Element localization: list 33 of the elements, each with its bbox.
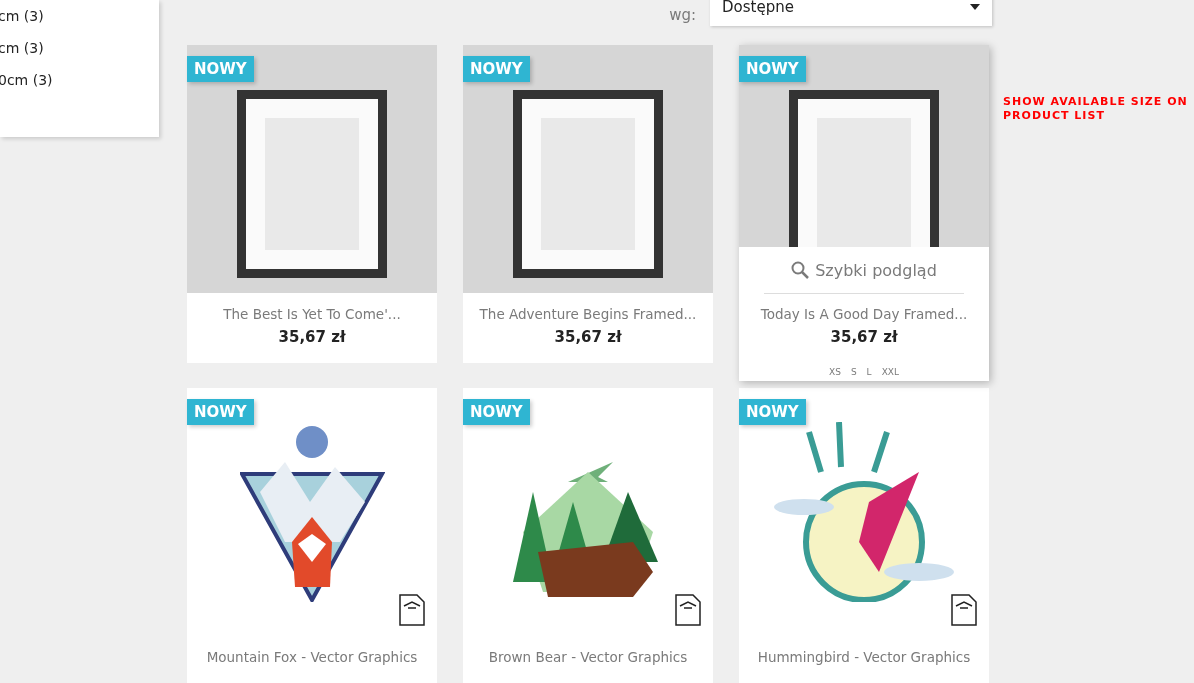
new-badge: NOWY (463, 399, 530, 425)
new-badge: NOWY (463, 56, 530, 82)
file-icon (951, 594, 977, 626)
size-option: S (850, 367, 857, 377)
product-card[interactable]: NOWY Hummingbird - Vector Graphics (739, 388, 989, 683)
size-option: XS (829, 367, 841, 377)
annotation-note: SHOW AVAILABLE SIZE ON PRODUCT LIST (1003, 95, 1189, 123)
product-card[interactable]: NOWY Mountain Fox - Vector Graphics (187, 388, 437, 683)
product-card[interactable]: NOWY The Adventure Begins Framed... 35,67 zł (463, 45, 713, 363)
product-price: 35,67 zł (554, 328, 622, 346)
sort-dropdown[interactable]: Dostępne (710, 0, 992, 26)
product-name[interactable]: Today Is A Good Day Framed... (760, 306, 968, 322)
sort-label: wg: (669, 6, 696, 24)
product-name[interactable]: The Best Is Yet To Come'... (223, 306, 401, 322)
product-name[interactable]: Brown Bear - Vector Graphics (488, 649, 688, 665)
caret-icon (970, 4, 980, 10)
product-price: 35,67 zł (830, 328, 898, 346)
new-badge: NOWY (187, 56, 254, 82)
new-badge: NOWY (739, 399, 806, 425)
product-card[interactable]: NOWY Brown Bear - Vector Graphics (463, 388, 713, 683)
product-card[interactable]: NOWY Szybki podgląd Today Is A Good Day Framed... 35,67 zł XS S L XXL (739, 45, 989, 381)
size-option: L (866, 367, 872, 377)
product-name[interactable]: Mountain Fox - Vector Graphics (206, 649, 418, 665)
file-icon (675, 594, 701, 626)
search-icon (791, 261, 810, 279)
size-option: XXL (881, 367, 899, 377)
new-badge: NOWY (739, 56, 806, 82)
product-name[interactable]: Hummingbird - Vector Graphics (757, 649, 971, 665)
product-price: 35,67 zł (278, 328, 346, 346)
product-name[interactable]: The Adventure Begins Framed... (479, 306, 697, 322)
product-card[interactable]: NOWY The Best Is Yet To Come'... 35,67 zł (187, 45, 437, 363)
file-icon (399, 594, 425, 626)
new-badge: NOWY (187, 399, 254, 425)
